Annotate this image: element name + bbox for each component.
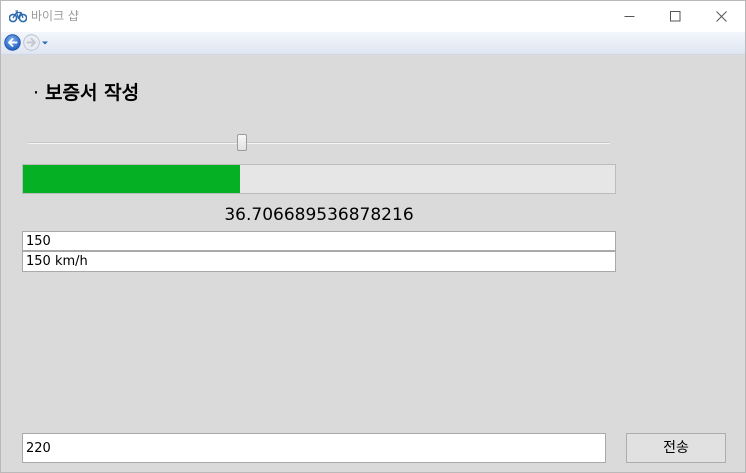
app-window: 바이크 샵 · 보증서 작성 36.706689536878216 150 15… bbox=[0, 0, 746, 473]
heading-text: 보증서 작성 bbox=[45, 82, 140, 104]
value-label: 36.706689536878216 bbox=[224, 205, 414, 225]
progress-bar bbox=[22, 164, 616, 194]
minimize-icon bbox=[624, 16, 635, 17]
value-slider[interactable] bbox=[28, 132, 610, 154]
maximize-icon bbox=[670, 11, 681, 22]
window-title: 바이크 샵 bbox=[31, 9, 79, 23]
title-bar: 바이크 샵 bbox=[1, 1, 745, 32]
page-heading: · 보증서 작성 bbox=[33, 81, 139, 105]
speed-input[interactable] bbox=[22, 231, 616, 251]
progress-fill bbox=[23, 165, 241, 193]
minimize-button[interactable] bbox=[607, 1, 653, 32]
close-button[interactable] bbox=[699, 1, 745, 32]
send-button[interactable]: 전송 bbox=[626, 433, 726, 463]
forward-arrow-icon[interactable] bbox=[23, 34, 40, 51]
speed-unit-input[interactable] bbox=[22, 251, 616, 272]
slider-thumb[interactable] bbox=[236, 134, 247, 151]
bottom-input[interactable] bbox=[22, 433, 606, 463]
back-arrow-icon[interactable] bbox=[4, 34, 21, 51]
chevron-down-icon[interactable] bbox=[41, 40, 49, 46]
navigation-bar bbox=[1, 32, 745, 55]
maximize-button[interactable] bbox=[653, 1, 699, 32]
close-icon bbox=[716, 11, 727, 22]
heading-bullet: · bbox=[33, 82, 40, 104]
bicycle-icon bbox=[9, 10, 27, 23]
slider-track[interactable] bbox=[28, 142, 610, 144]
